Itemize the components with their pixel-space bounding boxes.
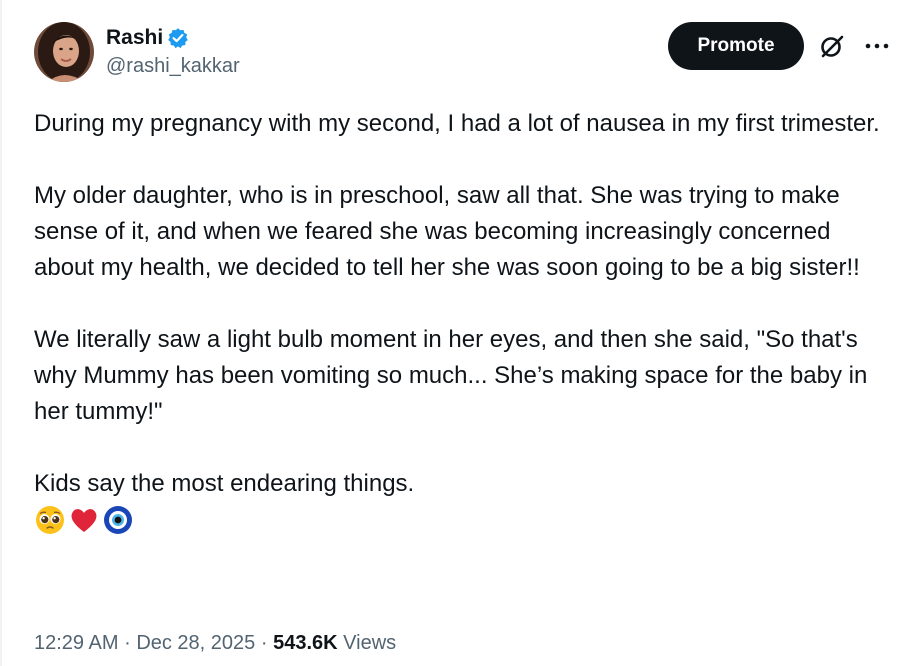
author-block: Rashi @rashi_kakkar [106, 25, 240, 78]
emoji-row [34, 502, 884, 538]
views-count: 543.6K [273, 632, 338, 654]
avatar[interactable] [34, 22, 94, 82]
post-text: During my pregnancy with my second, I ha… [34, 106, 884, 538]
post-paragraph: During my pregnancy with my second, I ha… [34, 110, 880, 137]
meta-separator: · [124, 632, 131, 654]
more-dots-icon[interactable] [864, 36, 890, 56]
post-meta: 12:29 AM · Dec 28, 2025 · 543.6K Views [34, 632, 396, 655]
grok-slash-icon[interactable] [818, 32, 846, 60]
post-paragraph: We literally saw a light bulb moment in … [34, 326, 868, 425]
post-time[interactable]: 12:29 AM [34, 632, 119, 654]
verified-badge-icon [167, 27, 189, 49]
meta-separator: · [260, 632, 268, 654]
post-header: Rashi @rashi_kakkar Promote [34, 20, 890, 84]
name-row: Rashi [106, 25, 240, 51]
post-card: Rashi @rashi_kakkar Promote During my pr… [0, 0, 904, 666]
left-divider [0, 0, 2, 666]
red-heart-emoji [68, 504, 100, 536]
author-handle[interactable]: @rashi_kakkar [106, 55, 240, 78]
post-date[interactable]: Dec 28, 2025 [136, 632, 255, 654]
nazar-amulet-emoji [102, 504, 134, 536]
post-paragraph: My older daughter, who is in preschool, … [34, 182, 860, 281]
promote-button[interactable]: Promote [668, 22, 804, 70]
post-paragraph: Kids say the most endearing things. [34, 470, 415, 497]
pleading-face-emoji [34, 504, 66, 536]
views-label: Views [343, 632, 397, 654]
display-name[interactable]: Rashi [106, 26, 163, 50]
